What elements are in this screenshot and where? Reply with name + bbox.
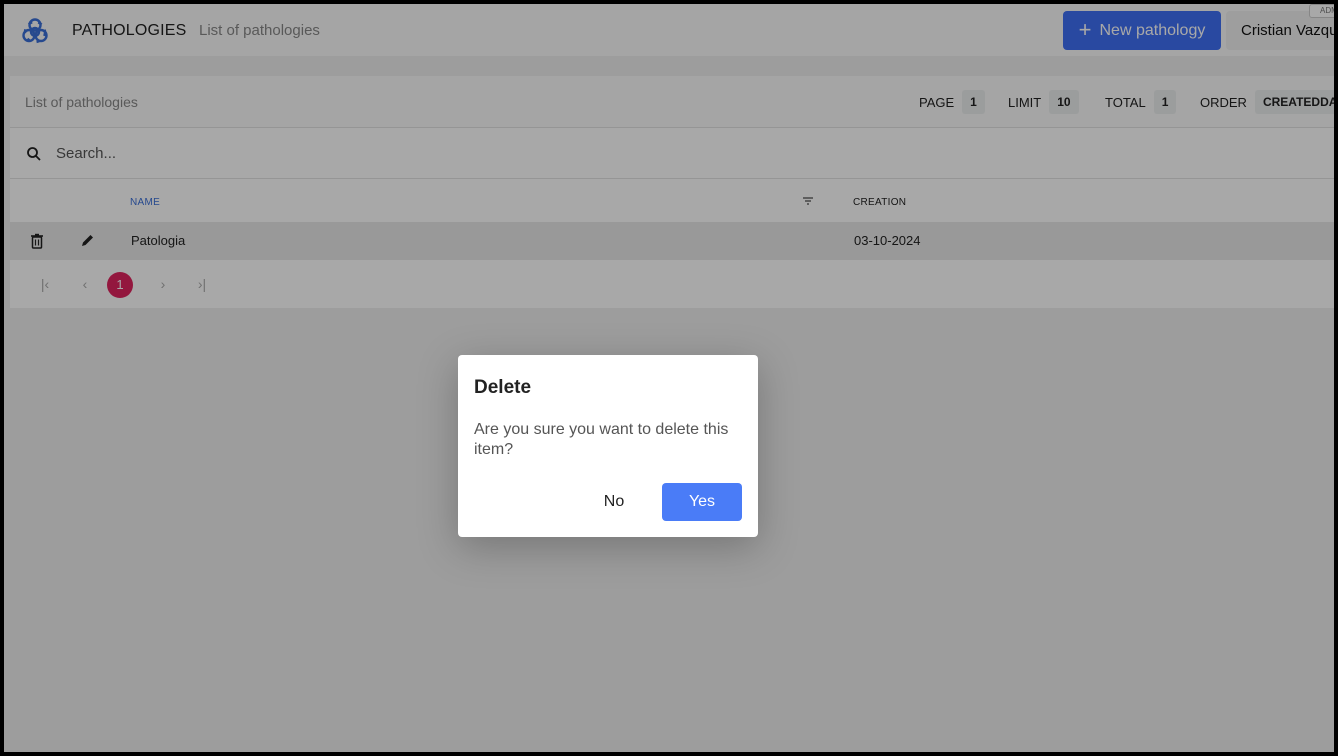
no-button[interactable]: No — [582, 483, 646, 521]
delete-dialog: Delete Are you sure you want to delete t… — [458, 355, 758, 537]
dialog-title: Delete — [474, 377, 532, 398]
yes-button[interactable]: Yes — [662, 483, 742, 521]
dialog-message: Are you sure you want to delete this ite… — [474, 421, 729, 458]
app-frame: PATHOLOGIES List of pathologies + New pa… — [4, 4, 1334, 752]
